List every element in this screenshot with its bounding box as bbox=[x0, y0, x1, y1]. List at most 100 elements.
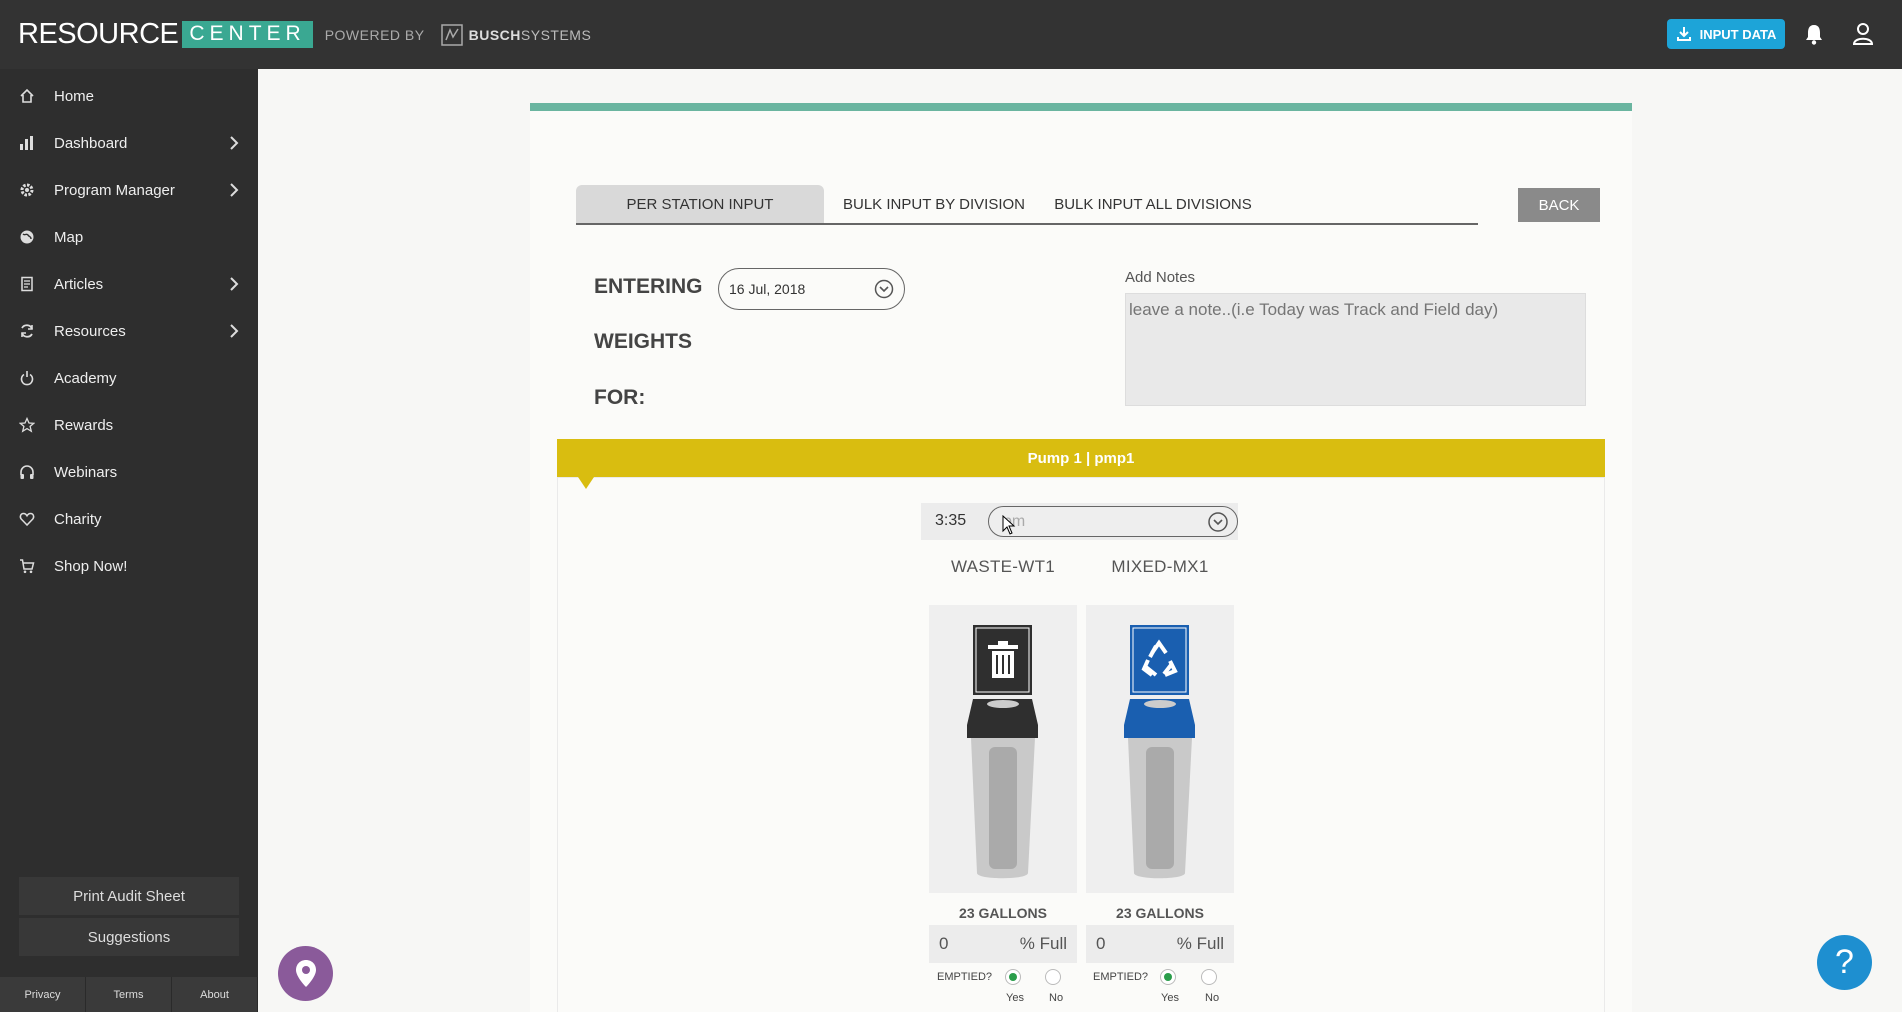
sidebar-item-dashboard[interactable]: Dashboard bbox=[0, 123, 258, 163]
print-audit-sheet-button[interactable]: Print Audit Sheet bbox=[19, 877, 239, 915]
home-icon bbox=[18, 87, 36, 105]
globe-icon bbox=[18, 228, 36, 246]
sidebar-footer: Privacy Terms About bbox=[0, 977, 258, 1012]
map-pin-button[interactable] bbox=[278, 946, 333, 1001]
document-icon bbox=[18, 275, 36, 293]
headphones-icon bbox=[18, 463, 36, 481]
station-title-bar[interactable]: Pump 1 | pmp1 bbox=[557, 439, 1605, 477]
trash-icon bbox=[988, 641, 1018, 678]
power-icon bbox=[18, 369, 36, 387]
station-panel bbox=[557, 477, 1605, 1012]
bin-card-waste: WASTE-WT1 23 GALLONS 0 % Full bbox=[929, 557, 1077, 963]
chevron-right-icon bbox=[230, 183, 239, 197]
emptied-no-radio[interactable] bbox=[1201, 969, 1217, 985]
help-question-icon: ? bbox=[1835, 943, 1854, 981]
station-title: Pump 1 | pmp1 bbox=[1027, 449, 1135, 467]
gear-icon bbox=[18, 181, 36, 199]
chevron-right-icon bbox=[230, 136, 239, 150]
sidebar-item-label: Program Manager bbox=[54, 181, 175, 199]
input-tabs: PER STATION INPUT BULK INPUT BY DIVISION… bbox=[576, 185, 1478, 225]
sidebar-item-map[interactable]: Map bbox=[0, 217, 258, 257]
chevron-down-icon bbox=[1208, 512, 1228, 532]
about-link[interactable]: About bbox=[172, 977, 258, 1012]
sidebar-item-label: Shop Now! bbox=[54, 557, 128, 575]
bell-icon[interactable] bbox=[1803, 22, 1825, 46]
no-label: No bbox=[1049, 992, 1064, 1004]
emptied-yes-radio[interactable] bbox=[1160, 969, 1176, 985]
bin-name: WASTE-WT1 bbox=[950, 557, 1056, 576]
bin-image bbox=[1086, 605, 1234, 893]
sidebar-item-label: Resources bbox=[54, 322, 126, 340]
bin-capacity: 23 GALLONS bbox=[1116, 905, 1204, 921]
sidebar-item-label: Charity bbox=[54, 510, 102, 528]
sidebar-item-articles[interactable]: Articles bbox=[0, 264, 258, 304]
percent-full-input[interactable]: 0 % Full bbox=[929, 925, 1077, 963]
notes-textarea[interactable] bbox=[1125, 293, 1586, 406]
top-bar: RESOURCE CENTER POWERED BY BUSCHSYSTEMS … bbox=[0, 0, 1902, 69]
busch-bold-text: BUSCH bbox=[468, 26, 521, 43]
sidebar-item-label: Articles bbox=[54, 275, 104, 293]
brand-logo[interactable]: RESOURCE CENTER POWERED BY BUSCHSYSTEMS bbox=[18, 0, 591, 69]
time-value: 3:35 bbox=[935, 512, 967, 529]
percent-full-unit: % Full bbox=[1176, 934, 1224, 953]
bin-card-mixed: MIXED-MX1 23 GALLONS 0 % Full bbox=[1086, 557, 1234, 963]
sidebar-item-label: Dashboard bbox=[54, 134, 128, 152]
help-button[interactable]: ? bbox=[1817, 935, 1872, 990]
sidebar-item-resources[interactable]: Resources bbox=[0, 311, 258, 351]
back-button[interactable]: BACK bbox=[1518, 188, 1600, 222]
for-label: FOR: bbox=[594, 386, 646, 409]
tab-bulk-input-by-division[interactable]: BULK INPUT BY DIVISION bbox=[838, 185, 1030, 223]
percent-full-unit: % Full bbox=[1019, 934, 1067, 953]
busch-systems-text: BUSCHSYSTEMS bbox=[469, 27, 592, 43]
tab-bulk-input-all-divisions[interactable]: BULK INPUT ALL DIVISIONS bbox=[1050, 185, 1256, 223]
sidebar-item-charity[interactable]: Charity bbox=[0, 499, 258, 539]
sidebar-item-label: Map bbox=[54, 228, 84, 246]
sidebar-item-program-manager[interactable]: Program Manager bbox=[0, 170, 258, 210]
sidebar-item-home[interactable]: Home bbox=[0, 76, 258, 116]
entering-label: ENTERING bbox=[594, 275, 703, 298]
mouse-cursor-icon bbox=[1002, 515, 1016, 535]
percent-full-input[interactable]: 0 % Full bbox=[1086, 925, 1234, 963]
tab-per-station-input[interactable]: PER STATION INPUT bbox=[576, 185, 824, 223]
user-icon[interactable] bbox=[1852, 22, 1874, 46]
terms-link[interactable]: Terms bbox=[86, 977, 172, 1012]
refresh-icon bbox=[18, 322, 36, 340]
input-data-label: INPUT DATA bbox=[1699, 26, 1777, 42]
sidebar-item-webinars[interactable]: Webinars bbox=[0, 452, 258, 492]
busch-rest-text: SYSTEMS bbox=[520, 26, 592, 43]
input-card: PER STATION INPUT BULK INPUT BY DIVISION… bbox=[530, 103, 1632, 1012]
add-notes-label: Add Notes bbox=[1125, 269, 1196, 286]
chevron-right-icon bbox=[230, 277, 239, 291]
emptied-yes-radio[interactable] bbox=[1005, 969, 1021, 985]
bin-image bbox=[929, 605, 1077, 893]
cart-icon bbox=[18, 557, 36, 575]
station-caret bbox=[578, 477, 594, 489]
heart-icon bbox=[18, 510, 36, 528]
brand-center-text: CENTER bbox=[182, 21, 313, 48]
percent-full-value: 0 bbox=[1096, 934, 1106, 953]
recycle-bin-illustration bbox=[1124, 625, 1195, 879]
weights-label: WEIGHTS bbox=[594, 330, 692, 353]
sidebar-item-rewards[interactable]: Rewards bbox=[0, 405, 258, 445]
yes-label: Yes bbox=[1006, 992, 1024, 1004]
time-field[interactable]: 3:35 pm bbox=[921, 503, 1238, 540]
sidebar-item-label: Rewards bbox=[54, 416, 114, 434]
sidebar-item-shop-now[interactable]: Shop Now! bbox=[0, 546, 258, 586]
sidebar-item-academy[interactable]: Academy bbox=[0, 358, 258, 398]
ampm-select[interactable]: pm bbox=[988, 506, 1238, 537]
sidebar: Home Dashboard Program Manager Map Artic… bbox=[0, 69, 258, 1012]
emptied-no-radio[interactable] bbox=[1045, 969, 1061, 985]
input-data-button[interactable]: INPUT DATA bbox=[1667, 19, 1785, 49]
waste-bin-illustration bbox=[967, 625, 1038, 879]
privacy-link[interactable]: Privacy bbox=[0, 977, 86, 1012]
emptied-label: EMPTIED? bbox=[937, 971, 993, 983]
yes-label: Yes bbox=[1161, 992, 1179, 1004]
suggestions-button[interactable]: Suggestions bbox=[19, 918, 239, 956]
bar-chart-icon bbox=[18, 134, 36, 152]
powered-by-text: POWERED BY bbox=[324, 26, 425, 43]
sidebar-item-label: Home bbox=[54, 87, 95, 105]
no-label: No bbox=[1205, 992, 1220, 1004]
date-value: 16 Jul, 2018 bbox=[729, 281, 806, 297]
bin-capacity: 23 GALLONS bbox=[959, 905, 1047, 921]
date-picker[interactable]: 16 Jul, 2018 bbox=[718, 268, 905, 310]
